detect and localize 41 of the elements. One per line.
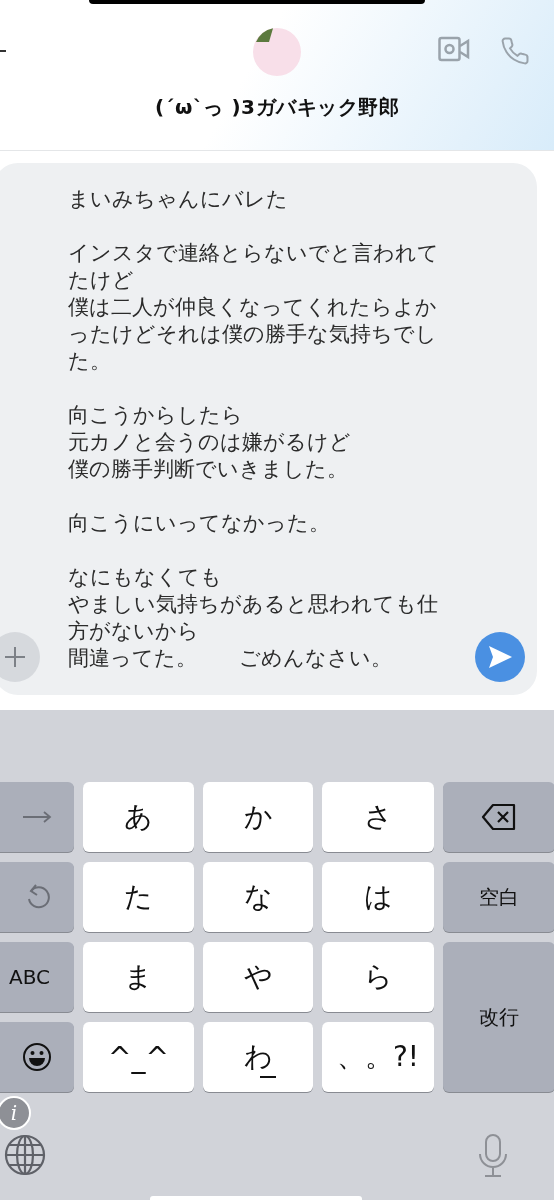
keyboard-key[interactable]: や [203,942,313,1012]
avatar [253,28,301,76]
keyboard-key[interactable]: な [203,862,313,932]
keyboard-key[interactable]: わ [203,1022,313,1092]
keyboard-key[interactable]: ら [322,942,434,1012]
function-key[interactable]: 空白 [443,862,554,932]
message-field[interactable]: まいみちゃんにバレた インスタで連絡とらないでと言われてたけど 僕は二人が仲良くなってくれたらよかったけどそれは僕の勝手な気持ちでした。 向こうからしたら 元カノと会うのは嫌がるけど 僕の勝手判断でいきました。 向こうにいってなかった。 なにもなくても やましい気持ちがあると思われても仕方がないから 間違ってた。 ごめんなさい。 [0,163,537,695]
message-line: やましい気持ちがあると思われても仕方がないから [68,591,439,645]
backspace-icon [481,803,517,831]
message-line: まいみちゃんにバレた [68,186,289,213]
message-line: インスタで連絡とらないでと言われてたけど [68,240,440,294]
microphone-icon[interactable] [478,1134,508,1178]
message-line: 向こうにいってなかった。 [68,510,331,537]
message-line: 元カノと会うのは嫌がるけど [68,429,352,456]
keyboard-key[interactable]: か [203,782,313,852]
video-call-icon[interactable] [438,36,470,62]
emoji-icon [22,1042,52,1072]
keyboard-key[interactable]: さ [322,782,434,852]
keyboard-key[interactable]: ま [83,942,194,1012]
contact-name: (´ω`っ )3ガバキック野郎 [154,94,399,121]
message-line: 向こうからしたら [68,402,244,429]
keyboard-key[interactable]: 、。?! [322,1022,434,1092]
message-line: 僕の勝手判断でいきました。 [68,456,349,483]
plus-icon [4,646,26,668]
function-key[interactable] [0,1022,74,1092]
function-key[interactable]: ABC [0,942,74,1012]
keyboard-key[interactable]: は [322,862,434,932]
add-button[interactable] [0,632,40,682]
send-button[interactable] [475,632,525,682]
keyboard-key[interactable]: ^_^ [83,1022,194,1092]
arrow-icon [22,811,52,823]
message-line: 間違ってた。 ごめんなさい。 [68,645,393,672]
send-icon [487,645,513,669]
function-key[interactable] [443,782,554,852]
keyboard-key[interactable]: た [83,862,194,932]
phone-icon[interactable] [500,36,530,66]
function-key[interactable]: 改行 [443,942,554,1092]
globe-icon[interactable] [4,1134,46,1176]
keyboard-key[interactable]: あ [83,782,194,852]
message-line: なにもなくても [68,564,223,591]
message-line: 僕は二人が仲良くなってくれたらよかったけどそれは僕の勝手な気持ちでした。 [68,294,438,375]
